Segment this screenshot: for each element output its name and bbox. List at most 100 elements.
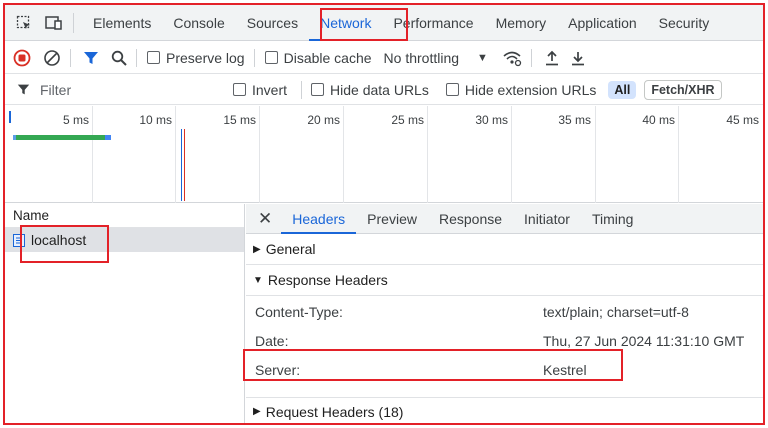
checkbox-box[interactable] — [233, 83, 246, 96]
response-headers-section-header[interactable]: ▼ Response Headers — [246, 265, 763, 296]
checkbox-box[interactable] — [264, 51, 278, 64]
network-toolbar: Preserve log Disable cache No throttling… — [5, 42, 763, 74]
toolbar-divider — [530, 48, 532, 67]
general-label: General — [265, 241, 316, 257]
requests-pane: Name localhost — [5, 204, 245, 423]
filter-funnel-icon — [17, 84, 30, 95]
timeline-gridline — [343, 106, 344, 203]
timeline-gridline — [175, 106, 176, 203]
header-row: Server: Kestrel — [246, 355, 763, 384]
search-icon[interactable] — [111, 47, 127, 69]
request-headers-label: Request Headers (18) — [265, 403, 404, 420]
tab-preview[interactable]: Preview — [356, 204, 428, 234]
timeline-gridline — [678, 106, 679, 203]
record-stop-icon[interactable] — [13, 47, 31, 69]
collapse-triangle-icon: ▼ — [253, 274, 263, 286]
header-key: Date: — [255, 332, 289, 349]
preserve-log-label: Preserve log — [166, 49, 245, 66]
tab-memory[interactable]: Memory — [485, 5, 558, 41]
header-value: Thu, 27 Jun 2024 11:31:10 GMT — [543, 332, 745, 349]
header-value: Kestrel — [543, 361, 587, 378]
details-tab-bar: ✕ Headers Preview Response Initiator Tim… — [246, 204, 763, 234]
toolbar-divider — [253, 48, 255, 67]
import-har-icon[interactable] — [544, 47, 560, 69]
toolbar-divider — [73, 12, 74, 33]
timeline-tick-label: 20 ms — [307, 113, 340, 127]
tab-timing[interactable]: Timing — [581, 204, 645, 234]
devtools-window: Elements Console Sources Network Perform… — [3, 3, 765, 425]
header-key: Server: — [255, 361, 301, 378]
hide-data-urls-label: Hide data URLs — [330, 81, 429, 98]
request-waterfall-bar-start — [13, 135, 16, 140]
header-key: Content-Type: — [255, 303, 343, 320]
tab-console[interactable]: Console — [162, 5, 235, 41]
timeline-overview[interactable]: 5 ms 10 ms 15 ms 20 ms 25 ms 30 ms 35 ms… — [5, 106, 763, 203]
header-row: Date: Thu, 27 Jun 2024 11:31:10 GMT — [246, 326, 763, 355]
document-icon — [13, 233, 25, 247]
tab-sources[interactable]: Sources — [236, 5, 309, 41]
disable-cache-label: Disable cache — [283, 49, 372, 66]
close-icon[interactable]: ✕ — [246, 209, 281, 229]
request-headers-section-header[interactable]: ▶ Request Headers (18) — [246, 397, 763, 423]
name-column-header[interactable]: Name — [5, 204, 244, 228]
filter-fetch-xhr-button[interactable]: Fetch/XHR — [644, 79, 722, 100]
timeline-tick-label: 40 ms — [642, 113, 675, 127]
tab-network[interactable]: Network — [309, 5, 382, 41]
timeline-tick-label: 5 ms — [62, 113, 89, 127]
device-toolbar-icon[interactable] — [43, 12, 65, 34]
filter-funnel-icon[interactable] — [83, 47, 99, 69]
filter-input[interactable]: Filter — [5, 82, 233, 98]
general-section-header[interactable]: ▶ General — [246, 234, 763, 265]
devtools-tab-bar: Elements Console Sources Network Perform… — [5, 5, 763, 41]
request-row[interactable]: localhost — [5, 228, 244, 252]
filter-all-button[interactable]: All — [608, 80, 637, 99]
inspect-element-icon[interactable] — [13, 12, 35, 34]
invert-checkbox[interactable]: Invert — [233, 82, 287, 98]
hide-extension-urls-label: Hide extension URLs — [464, 81, 597, 98]
timeline-tick-label: 45 ms — [726, 113, 759, 127]
checkbox-box[interactable] — [311, 83, 325, 96]
timeline-gridline — [511, 106, 512, 203]
tab-application[interactable]: Application — [557, 5, 648, 41]
tab-elements[interactable]: Elements — [82, 5, 162, 41]
request-waterfall-bar — [13, 135, 111, 140]
toolbar-divider — [301, 80, 303, 99]
preserve-log-checkbox[interactable]: Preserve log — [147, 50, 245, 66]
filter-bar: Filter Invert Hide data URLs Hide extens… — [5, 75, 763, 105]
timeline-tick-label: 25 ms — [391, 113, 424, 127]
clear-icon[interactable] — [43, 47, 61, 69]
toolbar-divider — [136, 48, 137, 67]
hide-extension-urls-checkbox[interactable]: Hide extension URLs — [445, 81, 597, 98]
header-row: Content-Type: text/plain; charset=utf-8 — [246, 297, 763, 326]
response-headers-label: Response Headers — [267, 272, 388, 288]
timeline-tick-label: 15 ms — [223, 113, 256, 127]
tab-security[interactable]: Security — [648, 5, 721, 41]
timeline-tick-label: 10 ms — [139, 113, 172, 127]
timeline-tick-label: 35 ms — [558, 113, 591, 127]
throttling-value: No throttling — [383, 49, 460, 66]
timeline-gridline — [92, 106, 93, 203]
timeline-start-marker — [9, 111, 11, 123]
request-name: localhost — [31, 232, 87, 248]
hide-data-urls-checkbox[interactable]: Hide data URLs — [311, 82, 429, 98]
checkbox-box[interactable] — [445, 83, 459, 96]
tab-response[interactable]: Response — [428, 204, 513, 234]
timeline-tick-label: 30 ms — [475, 113, 508, 127]
invert-label: Invert — [252, 81, 288, 98]
dropdown-arrow-icon: ▼ — [477, 51, 488, 64]
checkbox-box[interactable] — [147, 51, 160, 64]
timeline-gridline — [595, 106, 596, 203]
tab-performance[interactable]: Performance — [382, 5, 484, 41]
tab-headers[interactable]: Headers — [281, 204, 356, 234]
export-har-icon[interactable] — [570, 47, 586, 69]
expand-triangle-icon: ▶ — [253, 243, 261, 255]
disable-cache-checkbox[interactable]: Disable cache — [264, 49, 372, 66]
dom-content-loaded-line — [181, 129, 182, 201]
request-waterfall-bar-end — [105, 135, 111, 140]
network-conditions-icon[interactable] — [502, 47, 522, 69]
filter-placeholder: Filter — [40, 81, 72, 98]
timeline-gridline — [259, 106, 260, 203]
tab-initiator[interactable]: Initiator — [513, 204, 581, 234]
throttling-select[interactable]: No throttling ▼ — [384, 50, 488, 66]
load-event-line — [184, 129, 185, 201]
